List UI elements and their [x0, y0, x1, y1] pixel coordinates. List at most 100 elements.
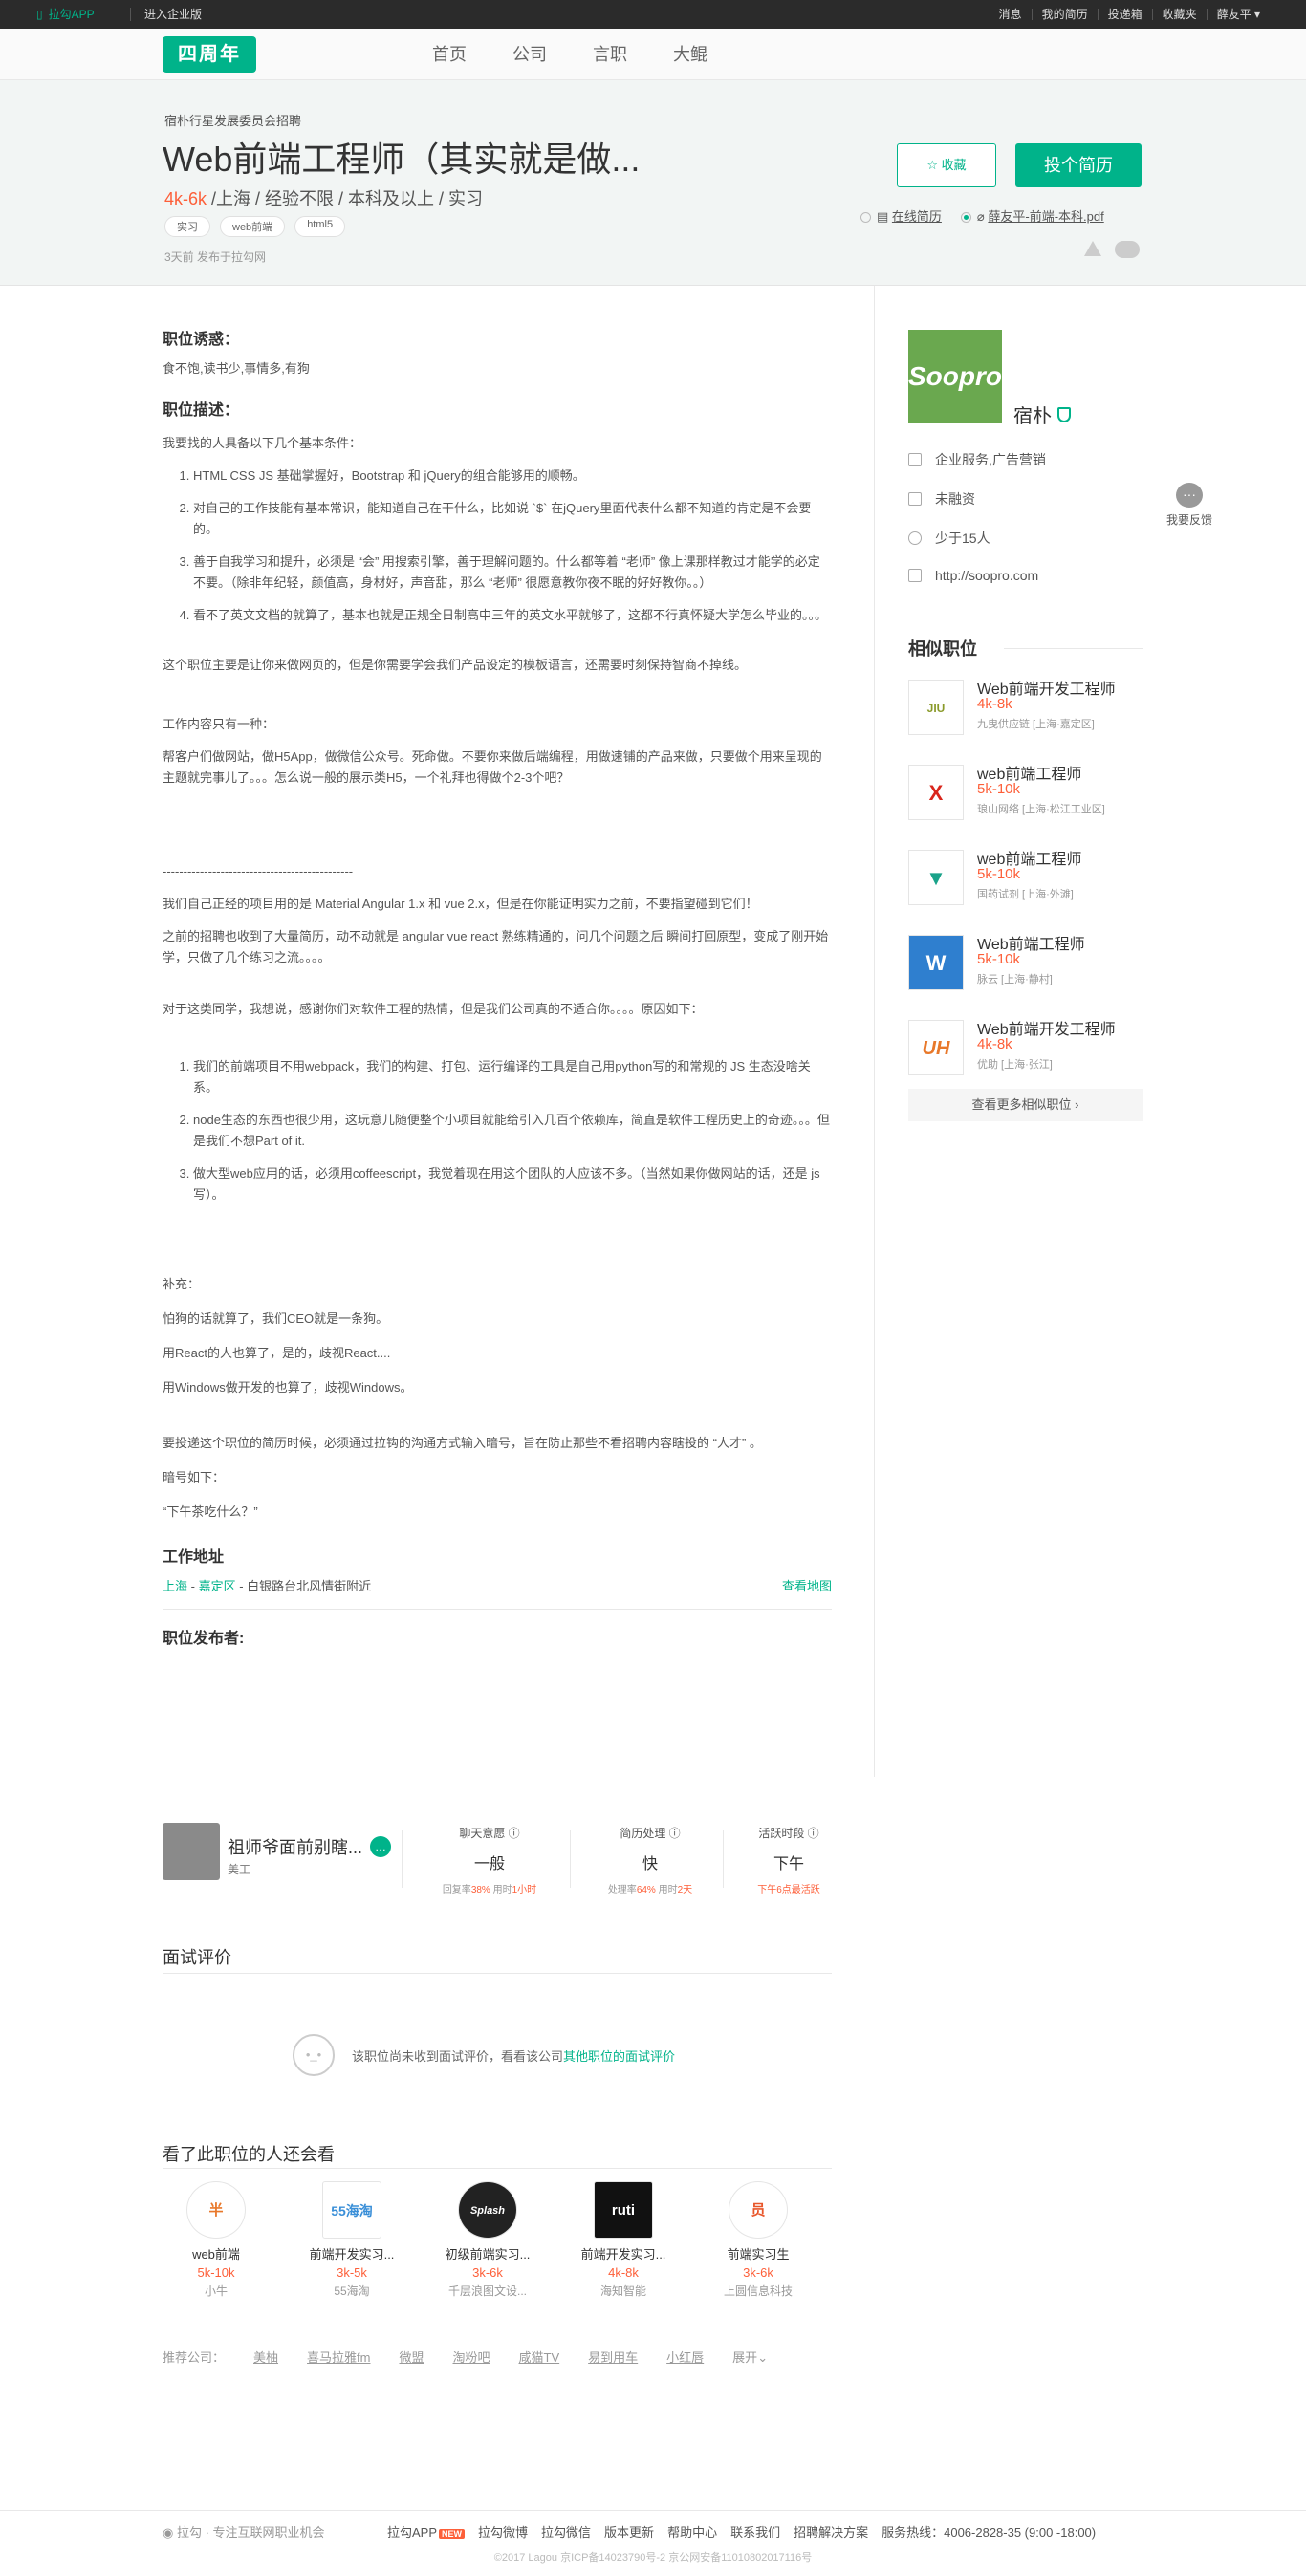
- recommend-company-link[interactable]: 微盟: [399, 2348, 424, 2366]
- company-logo: ▼: [908, 850, 964, 905]
- footer-link[interactable]: 招聘解决方案: [794, 2522, 868, 2541]
- my-resume-link[interactable]: 我的简历: [1033, 9, 1099, 20]
- chat-bubble-icon: ···: [1176, 483, 1203, 508]
- recommend-company-link[interactable]: 喜马拉雅fm: [307, 2348, 370, 2366]
- recommend-company-link[interactable]: 咸猫TV: [519, 2348, 560, 2366]
- delivery-box-link[interactable]: 投递箱: [1099, 9, 1153, 20]
- similar-job[interactable]: X web前端工程师 5k-10k 琅山网络 [上海·松江工业区]: [908, 757, 1143, 824]
- similar-job[interactable]: W Web前端工程师 5k-10k 脉云 [上海·静村]: [908, 927, 1143, 994]
- nav-company[interactable]: 公司: [512, 29, 547, 80]
- related-job[interactable]: 55海淘 前端开发实习... 3k-5k 55海淘: [294, 2181, 409, 2299]
- footer-link[interactable]: 拉勾微信: [541, 2522, 591, 2541]
- view-map-link[interactable]: 查看地图: [782, 1576, 832, 1597]
- main-nav: 四周年 首页 公司 言职 大鲲: [0, 29, 1306, 80]
- file-resume-option[interactable]: ⌀ 薛友平-前端-本科.pdf: [960, 206, 1104, 225]
- stat-active: 活跃时段 ⓘ 下午 下午6点最活跃: [757, 1827, 820, 1895]
- attachment-icon: ⌀: [976, 209, 989, 224]
- footer-link[interactable]: 联系我们: [730, 2522, 780, 2541]
- nav-home[interactable]: 首页: [432, 29, 467, 80]
- favorites-link[interactable]: 收藏夹: [1153, 9, 1208, 20]
- company-logo: 员: [729, 2181, 788, 2239]
- footer-link[interactable]: 拉勾微博: [478, 2522, 528, 2541]
- chart-icon: [908, 492, 922, 506]
- lagou-app-link[interactable]: ▯ 拉勾APP: [36, 0, 95, 29]
- avatar[interactable]: [163, 1823, 220, 1880]
- home-icon: [908, 569, 922, 582]
- recommend-company-link[interactable]: 淘粉吧: [453, 2348, 490, 2366]
- related-job[interactable]: ruti 前端开发实习... 4k-8k 海知智能: [566, 2181, 681, 2299]
- nav-links: 首页 公司 言职 大鲲: [432, 29, 707, 80]
- more-similar-jobs-button[interactable]: 查看更多相似职位 ›: [908, 1089, 1143, 1121]
- copyright: ©2017 Lagou 京ICP备14023790号-2 京公网安备110108…: [493, 2552, 813, 2564]
- top-bar: ▯ 拉勾APP 进入企业版 消息 我的简历 投递箱 收藏夹 薛友平 ▾: [0, 0, 1306, 29]
- publisher-name-row: 祖师爷面前别瞎... …: [228, 1834, 392, 1859]
- online-resume-option[interactable]: ▤ 在线简历: [860, 206, 942, 225]
- company-name[interactable]: 宿朴: [1013, 400, 1052, 428]
- wechat-icon[interactable]: [1115, 241, 1140, 258]
- desc-paragraph: 我们自己正经的项目用的是 Material Angular 1.x 和 vue …: [163, 897, 758, 911]
- publisher-role: 美工: [228, 1863, 251, 1876]
- similar-job[interactable]: JIU Web前端开发工程师 4k-8k 九曳供应链 [上海·嘉定区]: [908, 672, 1143, 739]
- similar-job[interactable]: ▼ web前端工程师 5k-10k 国药试剂 [上海·外滩]: [908, 842, 1143, 909]
- job-tags: 实习 web前端 html5: [164, 216, 346, 237]
- company-name-row: 宿朴: [1013, 400, 1071, 428]
- divider: [163, 1973, 832, 1974]
- desc-paragraph: 用Windows做开发的也算了，歧视Windows。: [163, 1380, 413, 1395]
- other-interviews-link[interactable]: 其他职位的面试评价: [563, 2049, 675, 2064]
- company-logo: 半: [186, 2181, 246, 2239]
- desc-paragraph: 帮客户们做网站，做H5App，做微信公众号。死命做。不要你来做后端编程，用做速铺…: [163, 749, 822, 785]
- desc-paragraph: 要投递这个职位的简历时候，必须通过拉钩的沟通方式输入暗号，旨在防止那些不看招聘内…: [163, 1436, 762, 1450]
- company-logo[interactable]: Soopro: [908, 330, 1002, 423]
- publisher-name[interactable]: 祖师爷面前别瞎...: [228, 1834, 362, 1859]
- apply-button[interactable]: 投个简历: [1015, 143, 1142, 187]
- related-job[interactable]: 员 前端实习生 3k-6k 上圆信息科技: [701, 2181, 816, 2299]
- expand-button[interactable]: 展开⌄: [732, 2348, 768, 2366]
- collect-button[interactable]: ☆ 收藏: [897, 143, 996, 187]
- company-funding: 未融资: [908, 489, 975, 509]
- desc-paragraph: 工作内容只有一种：: [163, 717, 275, 731]
- recommend-company-link[interactable]: 美柚: [253, 2348, 278, 2366]
- similar-jobs-title: 相似职位: [908, 639, 977, 659]
- tag[interactable]: html5: [294, 216, 346, 237]
- requirements-list: HTML CSS JS 基础掌握好，Bootstrap 和 jQuery的组合能…: [163, 465, 832, 626]
- divider: [723, 1830, 724, 1888]
- job-detail: 职位诱惑： 食不饱,读书少,事情多,有狗 职位描述： 我要找的人具备以下几个基本…: [163, 286, 832, 1648]
- star-icon: ☆: [926, 158, 938, 172]
- tag[interactable]: web前端: [220, 216, 286, 237]
- feedback-button[interactable]: ··· 我要反馈: [1163, 483, 1216, 528]
- new-badge: NEW: [439, 2529, 466, 2539]
- similar-job[interactable]: UH Web前端开发工程师 4k-8k 优助 [上海·张江]: [908, 1012, 1143, 1079]
- messages-link[interactable]: 消息: [990, 9, 1033, 20]
- tag[interactable]: 实习: [164, 216, 210, 237]
- caret-down-icon: ▾: [1253, 8, 1260, 21]
- grid-icon: [908, 453, 922, 466]
- chat-icon[interactable]: …: [370, 1836, 392, 1857]
- related-job[interactable]: Splash 初级前端实习... 3k-6k 千层浪图文设...: [430, 2181, 545, 2299]
- related-job[interactable]: 半 web前端 5k-10k 小牛: [159, 2181, 273, 2299]
- footer-link[interactable]: 帮助中心: [667, 2522, 717, 2541]
- footer-link[interactable]: 拉勾APP NEW: [387, 2522, 466, 2541]
- report-icon[interactable]: [1084, 241, 1101, 256]
- desc-paragraph: 暗号如下：: [163, 1470, 226, 1484]
- publish-time: 3天前 发布于拉勾网: [164, 250, 267, 264]
- description-title: 职位描述：: [163, 402, 240, 419]
- recommend-company-link[interactable]: 易到用车: [588, 2348, 638, 2366]
- nav-yanzhi[interactable]: 言职: [593, 29, 627, 80]
- lagou-logo-icon: ◉: [163, 2525, 177, 2540]
- company-subtitle: 宿朴行星发展委员会招聘: [164, 114, 302, 128]
- address-city[interactable]: 上海: [163, 1579, 187, 1593]
- user-name-dropdown[interactable]: 薛友平 ▾: [1208, 9, 1270, 20]
- desc-paragraph: 用React的人也算了，是的，歧视React....: [163, 1346, 391, 1360]
- related-title: 看了此职位的人还会看: [163, 2145, 335, 2164]
- list-item: 看不了英文文档的就算了，基本也就是正规全日制高中三年的英文水平就够了，这都不行真…: [193, 605, 832, 626]
- footer: ◉ 拉勾 · 专注互联网职业机会 拉勾APP NEW 拉勾微博 拉勾微信 版本更新…: [0, 2510, 1306, 2576]
- sidebar-divider: [874, 286, 875, 1777]
- recommend-company-link[interactable]: 小红唇: [666, 2348, 704, 2366]
- footer-link[interactable]: 版本更新: [604, 2522, 654, 2541]
- divider-text: ----------------------------------------…: [163, 864, 354, 878]
- lagou-logo[interactable]: 四周年: [163, 36, 256, 73]
- nav-dakun[interactable]: 大鲲: [673, 29, 707, 80]
- enterprise-link[interactable]: 进入企业版: [130, 8, 202, 21]
- address-district[interactable]: 嘉定区: [199, 1579, 236, 1593]
- job-header: 宿朴行星发展委员会招聘 Web前端工程师（其实就是做... 4k-6k /上海 …: [0, 80, 1306, 286]
